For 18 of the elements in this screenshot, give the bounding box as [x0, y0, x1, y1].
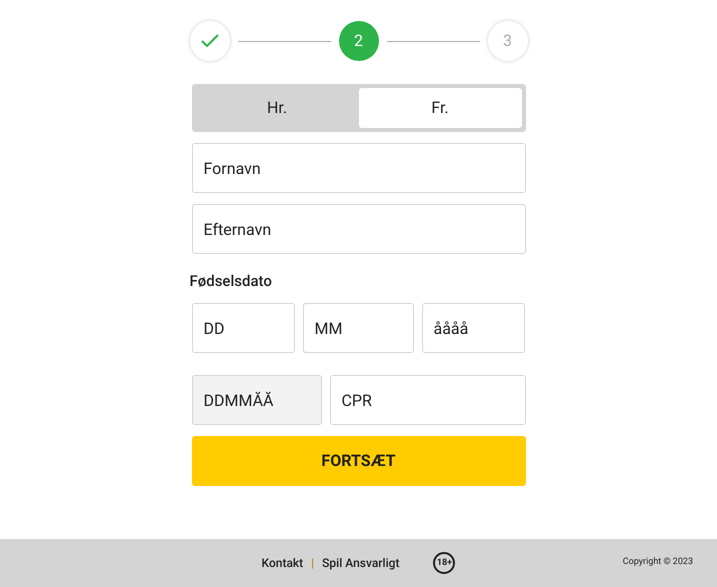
check-icon: [200, 34, 218, 48]
step-indicator: 2: [338, 21, 378, 61]
step-indicator: 3: [488, 21, 528, 61]
link-separator: |: [311, 555, 314, 571]
footer-link[interactable]: Kontakt: [262, 555, 304, 571]
copyright-text: Copyright © 2023: [622, 556, 693, 570]
input-field[interactable]: DD: [192, 303, 294, 353]
input-field[interactable]: CPR: [330, 375, 526, 425]
input-field[interactable]: MM: [302, 303, 414, 353]
gender-tab[interactable]: Hr.: [196, 88, 358, 128]
input-field[interactable]: Efternavn: [192, 204, 526, 254]
gender-tab[interactable]: Fr.: [358, 88, 522, 128]
footer-link[interactable]: Spil Ansvarligt: [322, 555, 400, 571]
continue-button[interactable]: FORTSÆT: [192, 436, 526, 486]
input-field[interactable]: åååå: [422, 303, 524, 353]
field-label: Fødselsdato: [190, 272, 272, 290]
age-badge: 18+: [433, 552, 456, 574]
input-field[interactable]: Fornavn: [192, 143, 526, 193]
